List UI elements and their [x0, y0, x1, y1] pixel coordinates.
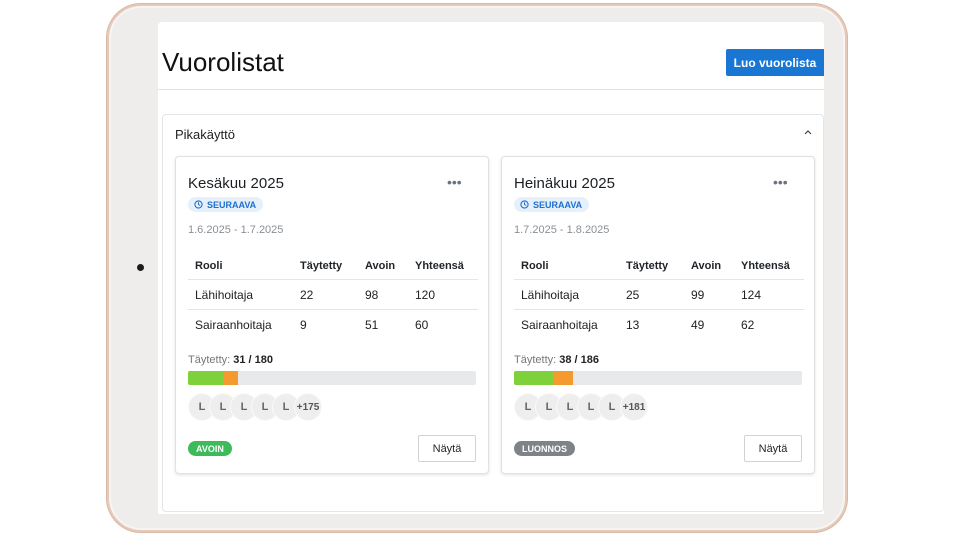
progress-pending-segment — [223, 371, 238, 385]
header-divider — [158, 89, 824, 90]
column-header-total: Yhteensä — [734, 253, 804, 280]
column-header-total: Yhteensä — [408, 253, 478, 280]
status-badge: AVOIN — [188, 441, 232, 456]
app-screen: Vuorolistat Luo vuorolista Pikakäyttö Ke… — [158, 22, 824, 514]
filled-cell: 25 — [619, 279, 684, 310]
progress-filled-segment — [514, 371, 553, 385]
column-header-open: Avoin — [684, 253, 734, 280]
progress-pending-segment — [552, 371, 573, 385]
upcoming-badge: SEURAAVA — [514, 197, 590, 212]
column-header-filled: Täytetty — [619, 253, 684, 280]
clock-icon — [194, 200, 203, 209]
clock-icon — [520, 200, 529, 209]
chevron-up-icon[interactable] — [801, 125, 815, 139]
show-button[interactable]: Näytä — [418, 435, 476, 462]
open-cell: 98 — [358, 279, 408, 310]
column-header-role: Rooli — [514, 253, 619, 280]
total-cell: 62 — [741, 317, 755, 332]
table-row: Lähihoitaja 25 99 124 — [514, 279, 804, 310]
roles-table: Rooli Täytetty Avoin Yhteensä Lähihoitaj… — [514, 253, 804, 339]
column-header-open: Avoin — [358, 253, 408, 280]
table-row: Sairaanhoitaja 9 51 60 — [188, 310, 478, 340]
quick-access-title: Pikakäyttö — [175, 127, 235, 142]
upcoming-badge-label: SEURAAVA — [207, 199, 257, 210]
total-cell: 120 — [408, 279, 478, 310]
column-header-role: Rooli — [188, 253, 293, 280]
upcoming-badge: SEURAAVA — [188, 197, 264, 212]
table-row: Sairaanhoitaja 13 49 62 — [514, 310, 804, 340]
progress-filled-segment — [188, 371, 224, 385]
avatar-overflow-count[interactable]: +175 — [294, 393, 322, 421]
fill-progress-bar — [188, 371, 476, 385]
status-badge: LUONNOS — [514, 441, 575, 456]
roster-card: Kesäkuu 2025 ••• SEURAAVA 1.6.2025 - 1.7… — [175, 156, 489, 474]
total-cell: 124 — [734, 279, 804, 310]
total-cell: 60 — [415, 317, 429, 332]
more-options-icon[interactable]: ••• — [773, 175, 788, 189]
open-cell: 51 — [365, 317, 379, 332]
filled-cell: 9 — [300, 317, 307, 332]
fill-progress-bar — [514, 371, 802, 385]
roles-table: Rooli Täytetty Avoin Yhteensä Lähihoitaj… — [188, 253, 478, 339]
filled-summary: Täytetty: 38 / 186 — [514, 354, 599, 366]
date-range: 1.6.2025 - 1.7.2025 — [188, 224, 284, 236]
role-cell: Sairaanhoitaja — [195, 317, 272, 332]
open-cell: 99 — [684, 279, 734, 310]
roster-card-title: Heinäkuu 2025 — [514, 175, 615, 192]
roster-card: Heinäkuu 2025 ••• SEURAAVA 1.7.2025 - 1.… — [501, 156, 815, 474]
role-cell: Lähihoitaja — [514, 279, 619, 310]
upcoming-badge-label: SEURAAVA — [533, 199, 583, 210]
roster-card-title: Kesäkuu 2025 — [188, 175, 284, 192]
create-roster-button[interactable]: Luo vuorolista — [726, 49, 824, 76]
open-cell: 49 — [691, 317, 705, 332]
filled-label: Täytetty: — [188, 354, 231, 366]
column-header-filled: Täytetty — [293, 253, 358, 280]
role-cell: Sairaanhoitaja — [521, 317, 598, 332]
filled-value: 38 / 186 — [559, 354, 600, 366]
date-range: 1.7.2025 - 1.8.2025 — [514, 224, 610, 236]
filled-cell: 22 — [293, 279, 358, 310]
table-row: Lähihoitaja 22 98 120 — [188, 279, 478, 310]
show-button[interactable]: Näytä — [744, 435, 802, 462]
filled-cell: 13 — [626, 317, 640, 332]
filled-label: Täytetty: — [514, 354, 557, 366]
avatar-overflow-count[interactable]: +181 — [620, 393, 648, 421]
more-options-icon[interactable]: ••• — [447, 175, 462, 189]
page-title: Vuorolistat — [162, 47, 284, 77]
role-cell: Lähihoitaja — [188, 279, 293, 310]
filled-summary: Täytetty: 31 / 180 — [188, 354, 273, 366]
quick-access-panel: Pikakäyttö Kesäkuu 2025 ••• SEURAAVA 1.6… — [162, 114, 824, 512]
filled-value: 31 / 180 — [233, 354, 274, 366]
camera-dot — [137, 264, 144, 271]
